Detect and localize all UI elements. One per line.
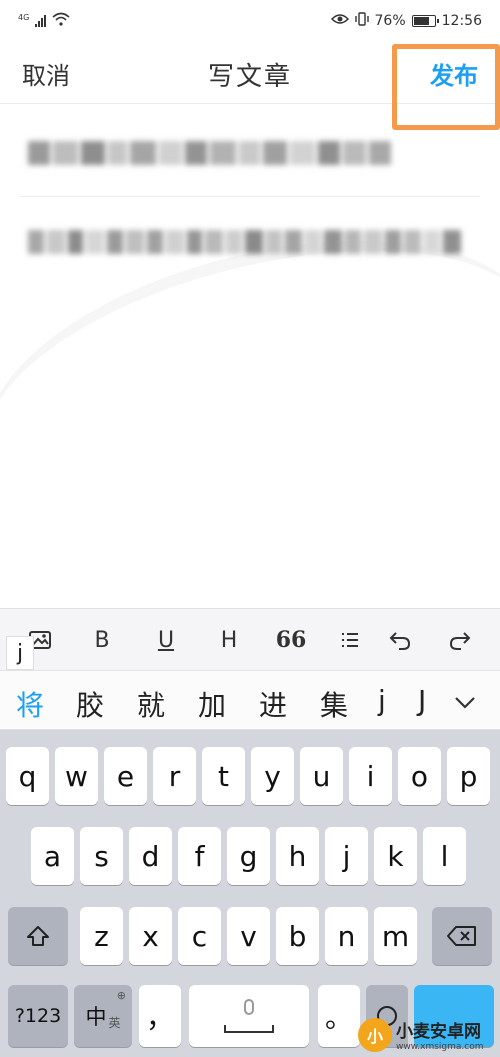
comma-key[interactable]: ， xyxy=(139,985,181,1047)
backspace-icon xyxy=(447,926,476,946)
key-s[interactable]: s xyxy=(80,827,123,885)
key-b[interactable]: b xyxy=(276,907,319,965)
candidate-item[interactable]: J xyxy=(418,684,426,717)
editor-header: 取消 写文章 发布 xyxy=(0,42,500,104)
cancel-button[interactable]: 取消 xyxy=(22,56,70,91)
key-z[interactable]: z xyxy=(80,907,123,965)
candidate-item[interactable]: 就 xyxy=(137,684,165,724)
candidate-bar: 将 胶 就 加 进 集 j J xyxy=(0,670,500,730)
space-icon xyxy=(224,1025,274,1033)
key-k[interactable]: k xyxy=(374,827,417,885)
shift-key[interactable] xyxy=(8,907,68,965)
period-key[interactable]: 。 xyxy=(318,985,360,1047)
redo-icon[interactable] xyxy=(442,623,478,657)
eye-comfort-icon xyxy=(330,13,349,29)
vibrate-icon xyxy=(354,12,369,30)
key-g[interactable]: g xyxy=(227,827,270,885)
title-input-blurred[interactable] xyxy=(28,132,394,174)
key-l[interactable]: l xyxy=(423,827,466,885)
network-type: 4G xyxy=(18,12,30,22)
emoji-icon xyxy=(377,1006,397,1026)
language-switch-key[interactable]: ⊕ 中英 xyxy=(74,985,132,1047)
key-r[interactable]: r xyxy=(153,747,196,805)
battery-percent: 76% xyxy=(374,13,406,29)
status-left: 4G xyxy=(18,12,70,30)
key-f[interactable]: f xyxy=(178,827,221,885)
lang-sub-label: 英 xyxy=(108,1015,121,1030)
key-q[interactable]: q xyxy=(6,747,49,805)
key-e[interactable]: e xyxy=(104,747,147,805)
key-c[interactable]: c xyxy=(178,907,221,965)
key-o[interactable]: o xyxy=(398,747,441,805)
shift-arrow-icon xyxy=(27,926,49,946)
title-divider xyxy=(20,196,480,197)
key-y[interactable]: y xyxy=(251,747,294,805)
publish-button[interactable]: 发布 xyxy=(430,56,478,91)
candidate-item[interactable]: j xyxy=(378,684,386,717)
lang-label: 中 xyxy=(85,1005,107,1029)
battery-icon xyxy=(411,15,439,27)
emoji-key[interactable] xyxy=(366,985,408,1047)
key-u[interactable]: u xyxy=(300,747,343,805)
globe-icon: ⊕ xyxy=(116,989,126,1002)
candidate-item[interactable]: 进 xyxy=(259,684,287,724)
soft-keyboard: q w e r t y u i o p a s d f g h j k l z … xyxy=(0,730,500,1057)
key-x[interactable]: x xyxy=(129,907,172,965)
format-toolbar: B U H 66 xyxy=(0,608,500,670)
key-v[interactable]: v xyxy=(227,907,270,965)
input-preview: j xyxy=(6,636,34,670)
key-p[interactable]: p xyxy=(447,747,490,805)
key-i[interactable]: i xyxy=(349,747,392,805)
key-t[interactable]: t xyxy=(202,747,245,805)
clock: 12:56 xyxy=(441,13,482,29)
quote-icon[interactable]: 66 xyxy=(273,623,309,657)
key-m[interactable]: m xyxy=(374,907,417,965)
list-icon[interactable] xyxy=(332,623,368,657)
key-h[interactable]: h xyxy=(276,827,319,885)
editor-area[interactable] xyxy=(0,104,500,608)
bold-icon[interactable]: B xyxy=(84,623,120,657)
undo-icon[interactable] xyxy=(382,623,418,657)
candidate-item[interactable]: 将 xyxy=(16,684,44,724)
candidate-item[interactable]: 加 xyxy=(198,684,226,724)
space-key[interactable] xyxy=(189,985,309,1047)
microphone-icon xyxy=(244,999,254,1015)
numbers-key[interactable]: ?123 xyxy=(8,985,68,1047)
key-d[interactable]: d xyxy=(129,827,172,885)
chevron-down-icon[interactable] xyxy=(450,687,480,717)
body-input-blurred[interactable] xyxy=(28,222,464,262)
candidate-item[interactable]: 胶 xyxy=(76,684,104,724)
key-a[interactable]: a xyxy=(31,827,74,885)
heading-icon[interactable]: H xyxy=(211,623,247,657)
status-right: 76% 12:56 xyxy=(330,12,482,30)
status-bar: 4G 76% 12:56 xyxy=(0,0,500,42)
page-title: 写文章 xyxy=(207,62,292,92)
wifi-icon xyxy=(52,12,70,30)
key-w[interactable]: w xyxy=(55,747,98,805)
key-j[interactable]: j xyxy=(325,827,368,885)
signal-icon xyxy=(35,15,47,27)
key-n[interactable]: n xyxy=(325,907,368,965)
candidate-item[interactable]: 集 xyxy=(320,684,348,724)
underline-icon[interactable]: U xyxy=(148,623,184,657)
enter-key[interactable] xyxy=(414,985,494,1047)
backspace-key[interactable] xyxy=(432,907,492,965)
